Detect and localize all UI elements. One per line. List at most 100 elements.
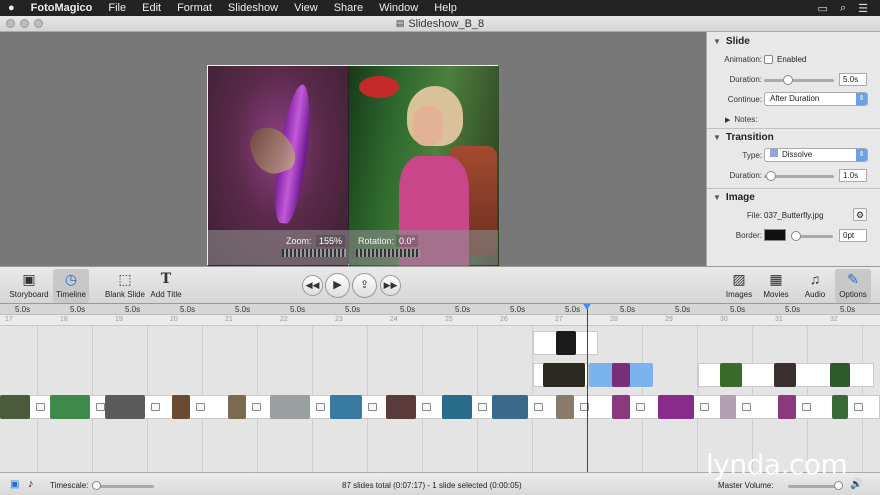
transition-icon[interactable] (96, 403, 105, 411)
close-window-button[interactable] (6, 19, 15, 28)
menu-edit[interactable]: Edit (134, 2, 169, 14)
zoom-value[interactable]: 155% (316, 235, 346, 247)
slide-thumbnail[interactable] (228, 395, 246, 419)
transition-icon[interactable] (854, 403, 863, 411)
slide-duration-knob[interactable] (783, 75, 793, 85)
disclosure-down-icon[interactable]: ▼ (713, 37, 721, 46)
transition-icon[interactable] (151, 403, 160, 411)
slide-number: 21 (225, 316, 233, 323)
slide-thumbnail[interactable] (612, 395, 630, 419)
menu-slideshow[interactable]: Slideshow (220, 2, 286, 14)
options-button[interactable]: ✎ Options (835, 269, 871, 303)
slide-thumbnail[interactable] (0, 395, 30, 419)
audio-button[interactable]: ♫ Audio (799, 269, 831, 303)
disclosure-down-icon[interactable]: ▼ (713, 193, 721, 202)
zoom-dial[interactable] (282, 249, 346, 257)
slide-stage[interactable]: Zoom: 155% Rotation: 0.0° (0, 32, 706, 266)
slide-section-header[interactable]: ▼ Slide (707, 32, 880, 50)
gear-icon[interactable]: ⚙ (853, 208, 867, 221)
disclosure-right-icon[interactable]: ▶ (725, 117, 730, 124)
border-color-well[interactable] (764, 229, 786, 241)
rotation-value[interactable]: 0.0° (396, 235, 419, 247)
rewind-button[interactable]: ◀◀ (302, 275, 323, 296)
slide-thumbnail[interactable] (832, 395, 848, 419)
minimize-window-button[interactable] (20, 19, 29, 28)
animation-enabled-checkbox[interactable] (764, 55, 773, 64)
transition-icon[interactable] (802, 403, 811, 411)
menu-share[interactable]: Share (326, 2, 371, 14)
image-section-header[interactable]: ▼ Image (707, 188, 880, 206)
transition-icon[interactable] (534, 403, 543, 411)
slide-thumbnail[interactable] (556, 395, 574, 419)
menu-file[interactable]: File (100, 2, 134, 14)
airplay-icon[interactable]: ▭ (818, 2, 828, 15)
slide-duration-tick: 5.0s (455, 305, 471, 314)
layer-clip[interactable] (543, 363, 585, 387)
master-volume-slider[interactable] (788, 485, 840, 488)
master-volume-knob[interactable] (834, 481, 843, 490)
slide-thumbnail[interactable] (778, 395, 796, 419)
slide-duration-slider[interactable] (764, 79, 834, 82)
slide-thumbnail[interactable] (50, 395, 90, 419)
rotation-dial[interactable] (356, 249, 420, 257)
flower-thumb[interactable] (720, 363, 742, 387)
timeline-button[interactable]: ◷ Timeline (53, 269, 89, 303)
play-button[interactable]: ▶ (325, 273, 350, 298)
timescale-knob[interactable] (92, 481, 101, 490)
slideshow-icon[interactable]: ▣ (10, 479, 19, 490)
disclosure-down-icon[interactable]: ▼ (713, 133, 721, 142)
blank-slide-button[interactable]: ⬚ Blank Slide (104, 269, 146, 303)
border-width-field[interactable]: 0pt (839, 229, 867, 242)
notes-row[interactable]: ▶ Notes: (707, 110, 880, 128)
slide-thumbnail[interactable] (658, 395, 694, 419)
transition-duration-field[interactable]: 1.0s (839, 169, 867, 182)
menu-icon[interactable]: ☰ (858, 2, 868, 15)
slide-thumbnail[interactable] (442, 395, 472, 419)
transition-icon[interactable] (196, 403, 205, 411)
slide-thumbnail[interactable] (386, 395, 416, 419)
images-button[interactable]: ▨ Images (723, 269, 755, 303)
transition-icon[interactable] (636, 403, 645, 411)
menu-format[interactable]: Format (169, 2, 220, 14)
red-flower-shape (359, 76, 399, 98)
flower-thumb-2[interactable] (774, 363, 796, 387)
border-width-knob[interactable] (791, 231, 801, 241)
playhead[interactable] (587, 304, 588, 472)
apple-menu-icon[interactable]: ● (0, 2, 23, 14)
slide-thumbnail[interactable] (270, 395, 310, 419)
transition-section-header[interactable]: ▼ Transition (707, 128, 880, 146)
slide-thumbnail[interactable] (105, 395, 145, 419)
zoom-window-button[interactable] (34, 19, 43, 28)
transition-icon[interactable] (478, 403, 487, 411)
timescale-slider[interactable] (96, 485, 154, 488)
fast-forward-button[interactable]: ▶▶ (380, 275, 401, 296)
menu-help[interactable]: Help (426, 2, 465, 14)
music-icon[interactable]: ♪ (28, 478, 34, 490)
add-title-button[interactable]: T Add Title (148, 269, 184, 303)
menu-window[interactable]: Window (371, 2, 426, 14)
transition-duration-knob[interactable] (766, 171, 776, 181)
transition-icon[interactable] (422, 403, 431, 411)
timeline-area[interactable]: 5.0s 5.0s 5.0s 5.0s 5.0s 5.0s 5.0s 5.0s 5.0s 5.0s… (0, 304, 880, 472)
transition-icon[interactable] (368, 403, 377, 411)
transition-icon[interactable] (700, 403, 709, 411)
transition-icon[interactable] (36, 403, 45, 411)
share-button[interactable]: ⇪ (352, 273, 377, 298)
transition-type-popup[interactable]: Dissolve ⇕ (764, 148, 868, 162)
transition-icon[interactable] (742, 403, 751, 411)
movies-button[interactable]: ▦ Movies (760, 269, 792, 303)
transition-icon[interactable] (316, 403, 325, 411)
search-icon[interactable]: ⌕ (840, 2, 846, 15)
continue-popup[interactable]: After Duration ⇕ (764, 92, 868, 106)
plant-thumb[interactable] (830, 363, 850, 387)
slide-thumbnail[interactable] (330, 395, 362, 419)
transition-icon[interactable] (252, 403, 261, 411)
slide-thumbnail[interactable] (720, 395, 736, 419)
menu-view[interactable]: View (286, 2, 326, 14)
slide-duration-field[interactable]: 5.0s (839, 73, 867, 86)
storyboard-button[interactable]: ▣ Storyboard (8, 269, 50, 303)
slide-thumbnail[interactable] (172, 395, 190, 419)
title-clip[interactable] (556, 331, 576, 355)
menu-app-name[interactable]: FotoMagico (23, 2, 101, 14)
slide-thumbnail[interactable] (492, 395, 528, 419)
